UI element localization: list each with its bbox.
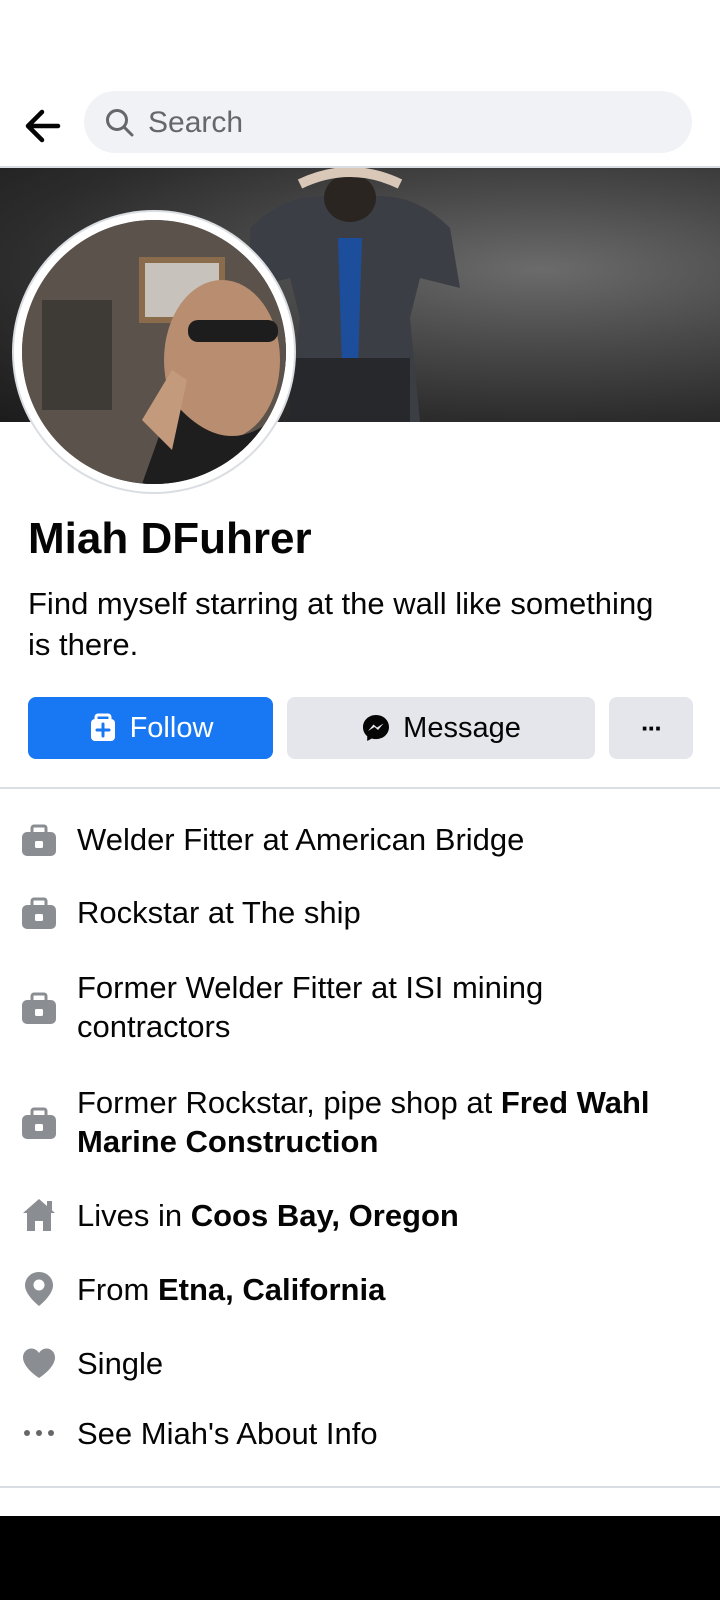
messenger-icon: [361, 713, 391, 743]
message-label: Message: [403, 711, 521, 744]
search-icon: [104, 107, 136, 144]
hometown-link[interactable]: Etna, California: [158, 1272, 385, 1307]
divider: [0, 787, 720, 789]
see-about-info-label: See Miah's About Info: [77, 1416, 378, 1451]
follow-plus-icon: [88, 713, 118, 743]
profile-picture-image: [22, 220, 286, 484]
top-navigation-bar: [0, 84, 720, 168]
location-pin-icon: [20, 1270, 58, 1308]
follow-button[interactable]: Follow: [28, 697, 273, 759]
about-item-prefix: Former Rockstar, pipe shop at: [77, 1085, 501, 1120]
current-city-link[interactable]: Coos Bay, Oregon: [191, 1198, 459, 1233]
follow-label: Follow: [129, 711, 214, 744]
about-item-text: Rockstar at The ship: [77, 895, 361, 930]
heart-icon: [20, 1344, 58, 1382]
status-bar-area: [0, 0, 720, 84]
back-arrow-icon: [25, 109, 61, 143]
about-item-text: Former Welder Fitter at ISI mining contr…: [77, 970, 544, 1044]
more-options-button[interactable]: ···: [609, 697, 693, 759]
search-bar[interactable]: [84, 91, 692, 155]
profile-name: Miah DFuhrer: [28, 514, 312, 563]
about-item-text: Single: [77, 1346, 164, 1381]
more-dots-icon: ···: [641, 712, 663, 743]
briefcase-icon: [20, 990, 58, 1028]
system-navigation-bar: [0, 1516, 720, 1600]
profile-bio: Find myself starring at the wall like so…: [28, 586, 654, 662]
profile-picture[interactable]: [14, 212, 294, 492]
about-item-text: Welder Fitter at American Bridge: [77, 822, 525, 857]
back-button[interactable]: [18, 104, 66, 148]
message-button[interactable]: Message: [287, 697, 595, 759]
briefcase-icon: [20, 895, 58, 933]
about-item-text: Former Rockstar, pipe shop at Fred Wahl …: [77, 1083, 677, 1161]
about-item-text: Lives in Coos Bay, Oregon: [77, 1196, 677, 1235]
search-input[interactable]: [146, 91, 670, 155]
briefcase-icon: [20, 822, 58, 860]
about-item-prefix: From: [77, 1272, 158, 1307]
about-item-prefix: Lives in: [77, 1198, 191, 1233]
more-dots-icon: [20, 1414, 58, 1452]
about-item-text: From Etna, California: [77, 1270, 677, 1309]
briefcase-icon: [20, 1105, 58, 1143]
home-icon: [20, 1196, 58, 1234]
divider: [0, 1486, 720, 1488]
